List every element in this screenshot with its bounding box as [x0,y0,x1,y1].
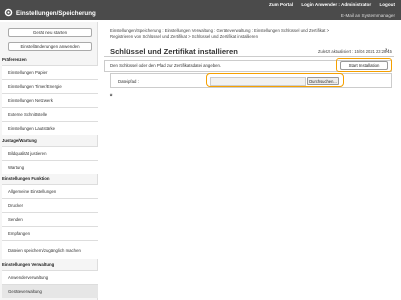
divider [104,56,394,57]
sidebar-item-external-interface[interactable]: Externe Schnittstelle [2,107,98,121]
breadcrumb: Einstellungen/Speicherung : Einstellunge… [110,28,400,39]
sidebar-item-general-settings[interactable]: Allgemeine Einstellungen [2,184,98,198]
sidebar-item-volume[interactable]: Einstellungen Lautstärke [2,121,98,135]
section-management-settings: Einstellungen Verwaltung [2,262,55,267]
sidebar-item-image-quality[interactable]: Bildqualität justieren [2,146,98,160]
logout-link[interactable]: Logout [379,2,395,7]
header-links: Zum Portal Login Anwender : Administrato… [262,2,395,7]
gear-icon [4,8,13,17]
sidebar-item-send[interactable]: Senden [2,212,98,226]
sidebar-item-network[interactable]: Einstellungen Netzwerk [2,93,98,107]
highlight-start-button [336,58,392,72]
sidebar: Gerät neu starten Einstelländerungen anw… [0,22,98,300]
section-function-settings: Einstellungen Funktion [2,176,50,181]
sidebar-item-receive[interactable]: Empfangen [2,226,98,240]
sidebar-item-device-management[interactable]: Geräteverwaltung [2,284,98,298]
apply-settings-button[interactable]: Einstelländerungen anwenden [8,42,92,51]
instruction-text: Den Schlüssel oder den Pfad zur Zertifik… [110,63,222,68]
sidebar-item-paper[interactable]: Einstellungen Papier [2,65,98,79]
app-title: Einstellungen/Speicherung [16,10,96,17]
sidebar-item-maintenance[interactable]: Wartung [2,160,98,174]
sidebar-item-timer-energy[interactable]: Einstellungen Timer/Energie [2,79,98,93]
sidebar-item-user-management[interactable]: Anwenderverwaltung [2,270,98,284]
login-user-link[interactable]: Login Anwender : Administrator [301,2,371,7]
portal-link[interactable]: Zum Portal [269,2,293,7]
sidebar-item-printer[interactable]: Drucker [2,198,98,212]
section-adjustment-maintenance: Justage/Wartung [2,138,37,143]
breadcrumb-line-2[interactable]: Registrieren von Schlüssel und Zertifika… [110,34,400,40]
file-path-label: Dateipfad : [118,79,139,84]
highlight-file-input [206,73,344,87]
last-updated-text: Zuletzt aktualisiert : 15/04 2021 23:28:… [318,49,392,54]
page-title: Schlüssel und Zertifikat installieren [110,47,238,56]
top-bar: Einstellungen/Speicherung Zum Portal Log… [0,0,401,20]
section-preferences: Präferenzen [2,57,27,62]
restart-device-button[interactable]: Gerät neu starten [8,28,92,37]
refresh-icon[interactable]: ↻ [385,48,389,54]
sidebar-item-store-access-files[interactable]: Dateien speichern/zugänglich machen [2,240,98,259]
mail-admin-link[interactable]: E-Mail an Systemmanager [341,13,395,18]
collapse-icon[interactable]: ⌅ [109,92,113,98]
